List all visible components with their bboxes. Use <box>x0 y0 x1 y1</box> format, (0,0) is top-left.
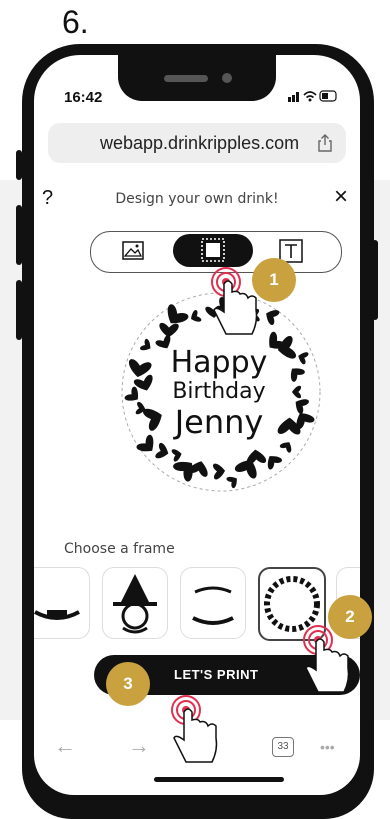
image-icon <box>122 241 144 260</box>
back-icon[interactable]: ← <box>54 733 76 759</box>
frame-option[interactable] <box>102 567 168 639</box>
lets-print-label: LET'S PRINT <box>174 667 259 682</box>
image-mode-button[interactable] <box>109 234 157 267</box>
more-icon[interactable]: ••• <box>320 739 335 755</box>
phone-side-button <box>16 150 22 180</box>
phone-volume-up <box>16 205 22 265</box>
home-indicator <box>154 777 284 782</box>
step-badge-3: 3 <box>106 662 150 706</box>
address-bar[interactable]: webapp.drinkripples.com <box>48 123 346 163</box>
forward-icon[interactable]: → <box>128 733 150 759</box>
close-button[interactable]: × <box>334 183 348 211</box>
help-button[interactable]: ? <box>42 187 53 210</box>
phone-power-button <box>372 240 378 320</box>
design-text-birthday: Birthday <box>172 379 266 404</box>
notch <box>118 55 276 101</box>
tap-hand-icon <box>211 267 258 335</box>
step-label: 6. <box>62 4 89 40</box>
tap-hand-icon <box>171 695 218 763</box>
phone-volume-down <box>16 280 22 340</box>
design-text-jenny: Jenny <box>174 403 264 441</box>
choose-frame-heading: Choose a frame <box>64 541 175 557</box>
design-text-happy: Happy <box>170 345 268 380</box>
share-icon[interactable] <box>318 134 332 157</box>
frame-option[interactable] <box>34 567 90 639</box>
url-text: webapp.drinkripples.com <box>100 133 300 153</box>
page-title: Design your own drink! <box>115 191 279 207</box>
tabs-count: 33 <box>272 737 294 757</box>
status-icons <box>288 89 338 106</box>
tap-hand-icon <box>303 625 350 693</box>
tabs-button[interactable]: 33 <box>272 737 294 757</box>
frame-option[interactable] <box>180 567 246 639</box>
status-time: 16:42 <box>64 89 103 106</box>
